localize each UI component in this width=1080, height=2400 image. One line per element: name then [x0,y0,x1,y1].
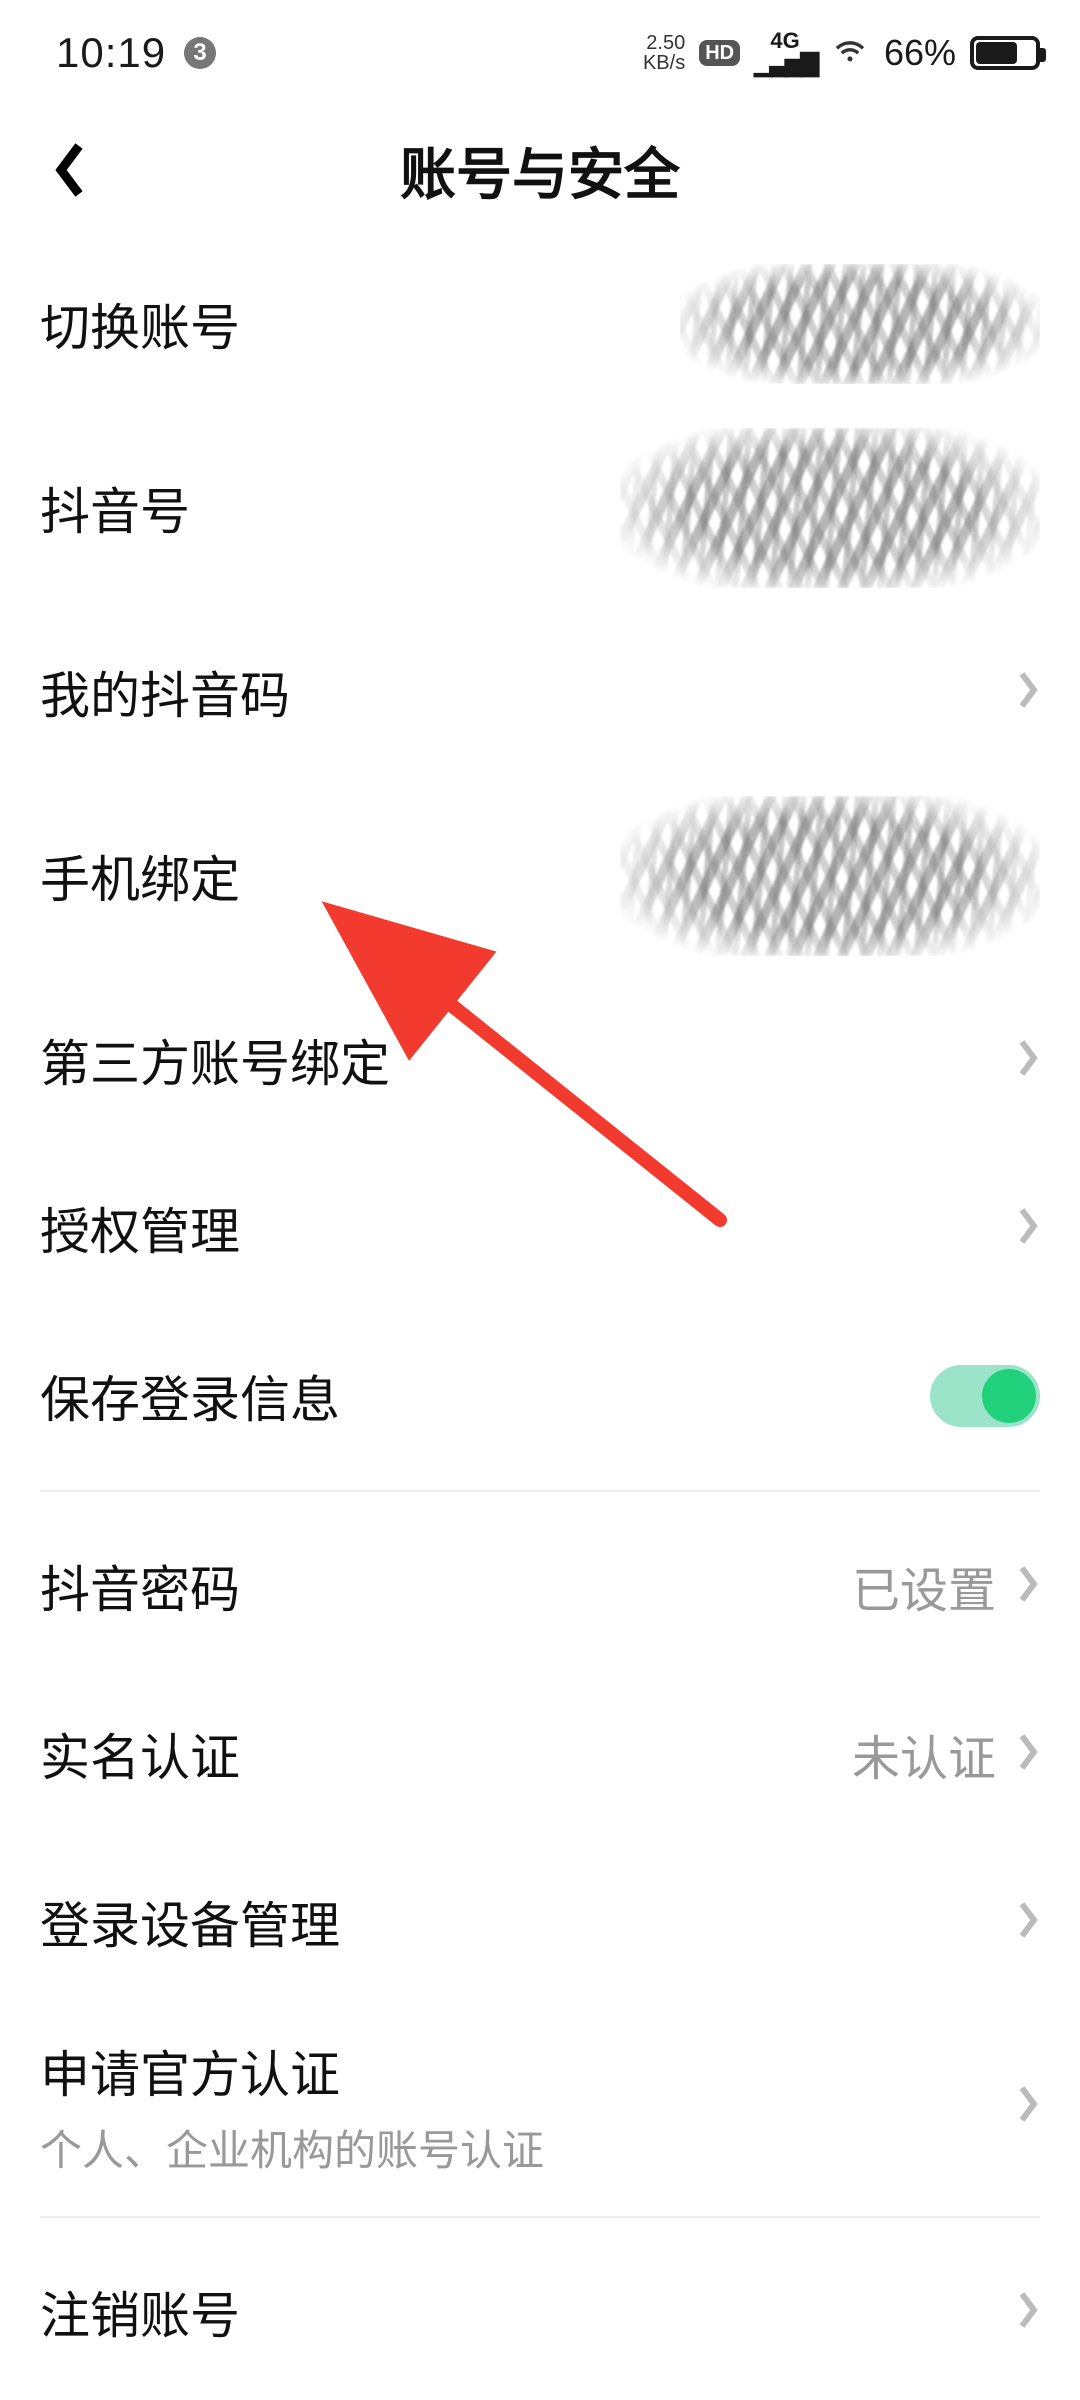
network-type: 4G [770,30,799,52]
row-third-party-binding[interactable]: 第三方账号绑定 [40,976,1040,1144]
row-label: 保存登录信息 [40,1360,340,1432]
row-label: 抖音号 [40,472,190,544]
row-official-cert[interactable]: 申请官方认证 个人、企业机构的账号认证 [40,2006,1040,2206]
row-password[interactable]: 抖音密码 已设置 [40,1502,1040,1670]
row-label: 注销账号 [40,2276,240,2348]
signal-bars-icon: ▁▃▅▇ [754,52,816,76]
row-label: 第三方账号绑定 [40,1024,390,1096]
save-login-toggle[interactable] [930,1365,1040,1427]
section-divider [40,2216,1040,2218]
redacted-value [680,264,1040,384]
hd-icon: HD [699,40,740,66]
row-switch-account[interactable]: 切换账号 [40,240,1040,408]
chevron-right-icon [1016,1038,1040,1083]
wifi-icon [830,28,870,78]
row-my-qr[interactable]: 我的抖音码 [40,608,1040,776]
status-time: 10:19 [56,29,166,77]
chevron-right-icon [1016,1732,1040,1777]
notification-count-badge: 3 [184,37,216,69]
status-left: 10:19 3 [56,29,216,77]
section-divider [40,1490,1040,1492]
row-label: 实名认证 [40,1718,240,1790]
row-label: 抖音密码 [40,1550,240,1622]
settings-list: 切换账号 抖音号 我的抖音码 手机绑定 第三方账号绑定 授权管理 [0,240,1080,2396]
chevron-left-icon [51,140,89,200]
status-right: 2.50 KB/s HD 4G ▁▃▅▇ 66% [643,28,1040,78]
row-delete-account[interactable]: 注销账号 [40,2228,1040,2396]
row-login-devices[interactable]: 登录设备管理 [40,1838,1040,2006]
status-bar: 10:19 3 2.50 KB/s HD 4G ▁▃▅▇ 66% [0,0,1080,100]
network-rate-unit: KB/s [643,53,685,73]
row-value: 已设置 [852,1551,996,1621]
redacted-value [620,796,1040,956]
network-rate-value: 2.50 [643,33,685,53]
row-douyin-id[interactable]: 抖音号 [40,408,1040,608]
row-subtitle: 个人、企业机构的账号认证 [40,2117,544,2178]
row-label: 登录设备管理 [40,1886,340,1958]
redacted-value [620,428,1040,588]
row-save-login-info: 保存登录信息 [40,1312,1040,1480]
row-label: 申请官方认证 [40,2035,544,2107]
page-title: 账号与安全 [400,130,680,211]
network-rate: 2.50 KB/s [643,33,685,73]
row-auth-management[interactable]: 授权管理 [40,1144,1040,1312]
row-label: 我的抖音码 [40,656,290,728]
back-button[interactable] [40,140,100,200]
cellular-signal-icon: 4G ▁▃▅▇ [754,30,816,76]
page-header: 账号与安全 [0,100,1080,240]
chevron-right-icon [1016,1564,1040,1609]
row-phone-bind[interactable]: 手机绑定 [40,776,1040,976]
battery-icon [970,36,1040,70]
chevron-right-icon [1016,1206,1040,1251]
chevron-right-icon [1016,2290,1040,2335]
chevron-right-icon [1016,670,1040,715]
row-value: 未认证 [852,1719,996,1789]
row-label: 授权管理 [40,1192,240,1264]
battery-percentage: 66% [884,32,956,74]
chevron-right-icon [1016,1900,1040,1945]
row-real-name[interactable]: 实名认证 未认证 [40,1670,1040,1838]
chevron-right-icon [1016,2084,1040,2129]
row-label: 切换账号 [40,288,240,360]
row-label: 手机绑定 [40,840,240,912]
